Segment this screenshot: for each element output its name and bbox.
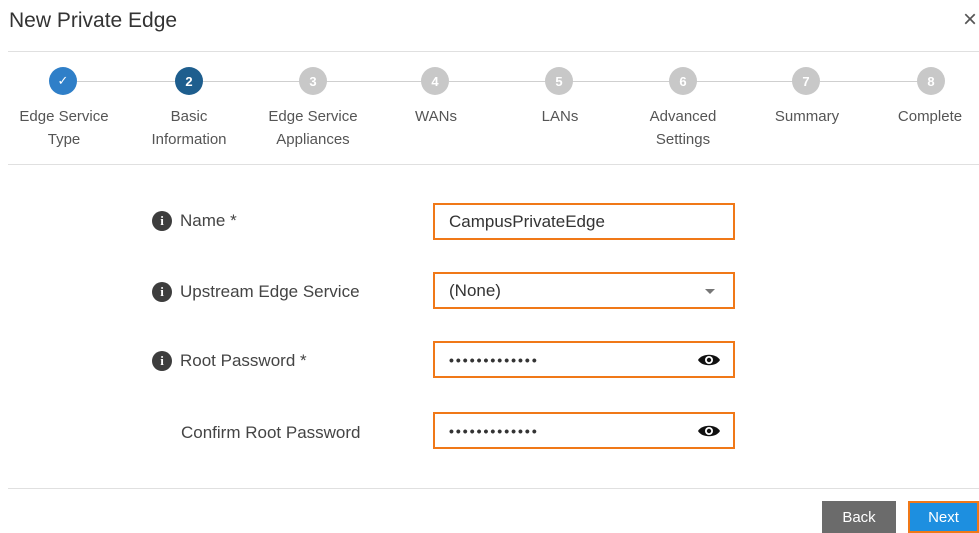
divider: [8, 164, 979, 165]
root-password-field[interactable]: •••••••••••••: [433, 341, 735, 378]
name-label-row: i Name *: [152, 211, 237, 231]
step-label: Basic Information: [151, 108, 227, 148]
info-icon[interactable]: i: [152, 211, 172, 231]
step-connector: [449, 81, 554, 82]
eye-icon[interactable]: [697, 352, 721, 368]
step-connector: [820, 81, 924, 82]
divider: [8, 488, 979, 489]
step-label: WANs: [415, 108, 457, 125]
step-connector: [77, 81, 183, 82]
step-connector: [326, 81, 431, 82]
step-label: Advanced Settings: [649, 108, 717, 148]
name-value: CampusPrivateEdge: [449, 211, 605, 231]
upstream-value: (None): [449, 280, 501, 300]
upstream-edge-service-select[interactable]: (None): [433, 272, 735, 309]
root-password-label-row: i Root Password *: [152, 351, 307, 371]
step-connector: [696, 81, 800, 82]
step-label: Complete: [897, 108, 963, 125]
step-number: 2: [175, 67, 203, 95]
step-check-icon: ✓: [49, 67, 77, 95]
root-password-label: Root Password *: [180, 351, 307, 370]
step-number: 8: [917, 67, 945, 95]
step-connector: [203, 81, 309, 82]
upstream-label-row: i Upstream Edge Service: [152, 282, 360, 302]
step-number: 3: [299, 67, 327, 95]
info-icon[interactable]: i: [152, 282, 172, 302]
step-label: Summary: [774, 108, 840, 125]
confirm-password-label-row: Confirm Root Password: [181, 423, 361, 443]
chevron-down-icon: [705, 289, 715, 294]
step-number: 4: [421, 67, 449, 95]
step-number: 6: [669, 67, 697, 95]
step-label: Edge Service Type: [19, 108, 109, 148]
step-label: Edge Service Appliances: [268, 108, 358, 148]
confirm-password-value: •••••••••••••: [449, 422, 539, 439]
close-icon[interactable]: ×: [963, 8, 977, 32]
dialog-title: New Private Edge: [9, 9, 178, 32]
divider: [8, 51, 979, 52]
dialog-header: New Private Edge ×: [0, 0, 979, 52]
eye-icon[interactable]: [697, 423, 721, 439]
step-connector: [572, 81, 677, 82]
step-number: 7: [792, 67, 820, 95]
upstream-label: Upstream Edge Service: [180, 282, 360, 301]
root-password-value: •••••••••••••: [449, 351, 539, 368]
info-icon[interactable]: i: [152, 351, 172, 371]
name-label: Name *: [180, 211, 237, 230]
back-button[interactable]: Back: [822, 501, 896, 533]
name-input[interactable]: CampusPrivateEdge: [433, 203, 735, 240]
next-button[interactable]: Next: [908, 501, 979, 533]
step-number: 5: [545, 67, 573, 95]
confirm-password-label: Confirm Root Password: [181, 423, 361, 442]
confirm-root-password-field[interactable]: •••••••••••••: [433, 412, 735, 449]
step-label: LANs: [541, 108, 579, 125]
